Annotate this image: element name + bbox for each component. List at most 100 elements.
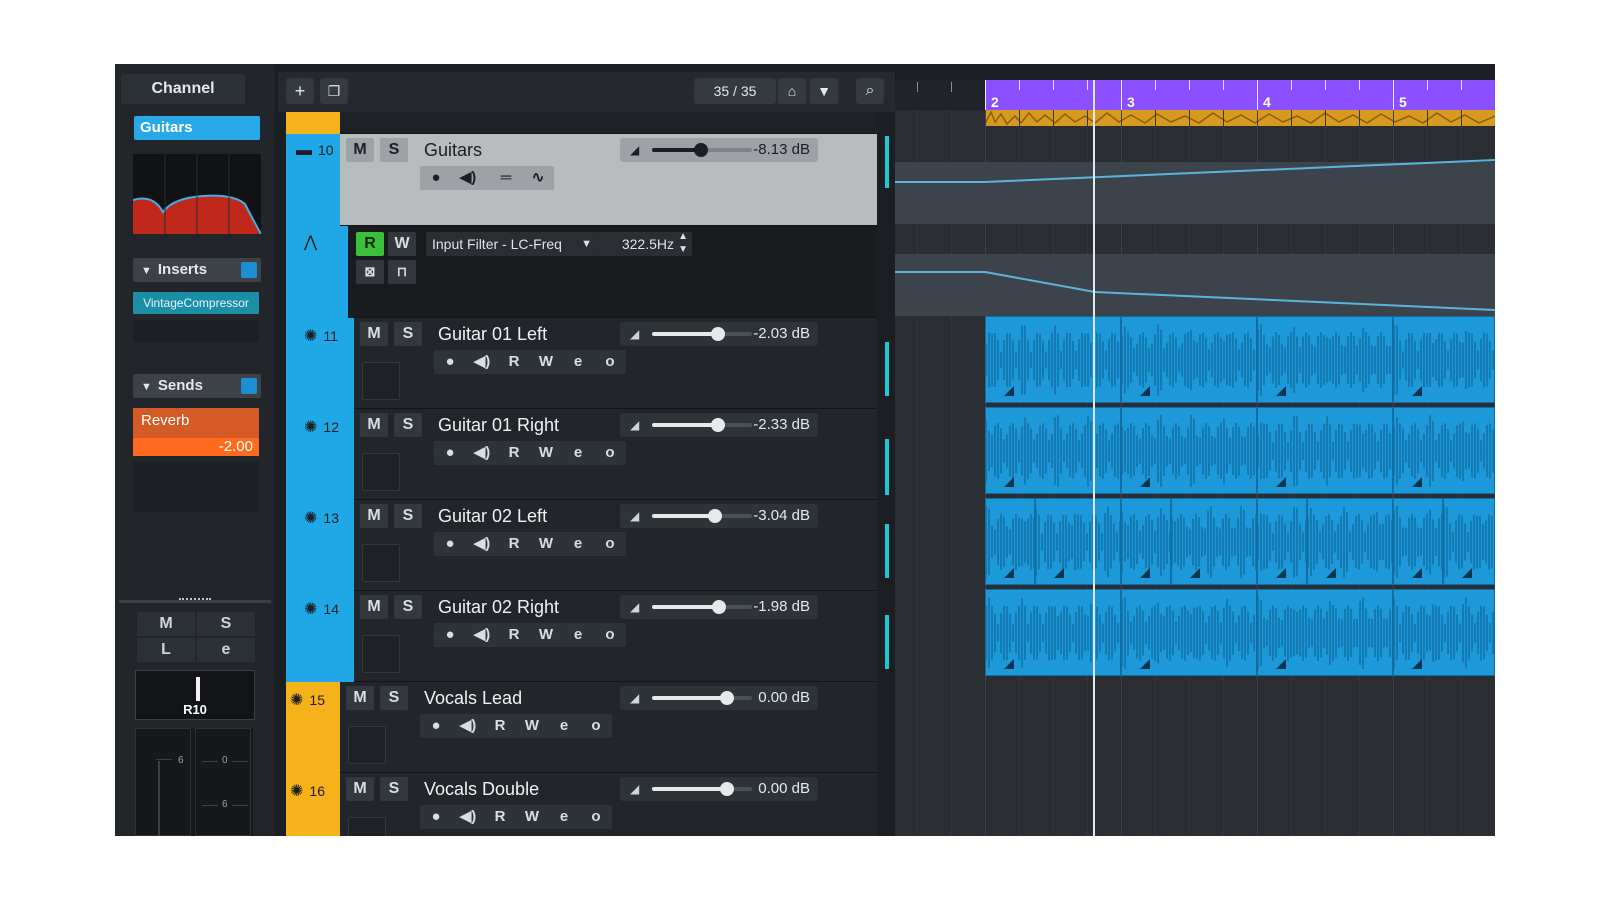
solo-button[interactable]: S [380, 777, 408, 801]
write-button[interactable]: W [516, 805, 548, 829]
channel-fader-area[interactable]: 6 0 6 [135, 728, 253, 836]
audio-clip[interactable] [985, 498, 1035, 585]
fader-knob[interactable] [720, 782, 734, 796]
clip-fade-handle-icon[interactable] [1140, 659, 1150, 669]
power-button[interactable]: o [580, 714, 612, 738]
monitor-icon[interactable]: ◀) [466, 623, 498, 647]
audio-clip[interactable] [1257, 589, 1393, 676]
fader-knob[interactable] [712, 600, 726, 614]
fader-knob[interactable] [708, 509, 722, 523]
read-automation-button[interactable]: R [356, 232, 384, 256]
clip-fade-handle-icon[interactable] [1276, 477, 1286, 487]
record-arm-icon[interactable]: ● [434, 623, 466, 647]
volume-fader[interactable]: ◢ -2.33 dB [620, 413, 818, 437]
resize-handle-icon[interactable] [179, 598, 211, 602]
track-row-16[interactable]: ✺ 16 M S Vocals Double ◢ 0.00 dB ● ◀) R … [278, 773, 895, 836]
volume-fader[interactable]: ◢ -3.04 dB [620, 504, 818, 528]
arrange-view[interactable]: 2345 [895, 64, 1495, 836]
channel-mute-button[interactable]: M [137, 612, 195, 636]
audio-clip[interactable] [1307, 498, 1393, 585]
audio-clip[interactable] [985, 407, 1121, 494]
mute-button[interactable]: M [360, 322, 388, 346]
edit-button[interactable]: e [548, 805, 580, 829]
record-arm-icon[interactable]: ● [434, 441, 466, 465]
write-button[interactable]: W [516, 714, 548, 738]
mute-button[interactable]: M [346, 138, 374, 162]
audio-clip[interactable] [1257, 498, 1307, 585]
clip-fade-handle-icon[interactable] [1276, 386, 1286, 396]
write-button[interactable]: W [530, 441, 562, 465]
lane-icon[interactable]: ═ [490, 166, 522, 190]
automation-icon[interactable]: ∿ [522, 166, 554, 190]
edit-button[interactable]: e [548, 714, 580, 738]
solo-button[interactable]: S [394, 595, 422, 619]
volume-fader[interactable]: ◢ -2.03 dB [620, 322, 818, 346]
filter-icon[interactable]: ▼ [810, 78, 838, 104]
edit-button[interactable]: e [562, 441, 594, 465]
track-instrument-slot[interactable] [362, 362, 400, 400]
power-button[interactable]: o [594, 532, 626, 556]
audio-clip[interactable] [1393, 316, 1495, 403]
track-instrument-slot[interactable] [348, 726, 386, 764]
edit-button[interactable]: e [562, 623, 594, 647]
read-button[interactable]: R [498, 623, 530, 647]
audio-clip[interactable] [1121, 407, 1257, 494]
pan-control[interactable]: R10 [135, 670, 255, 720]
clip-fade-handle-icon[interactable] [1004, 477, 1014, 487]
clip-fade-handle-icon[interactable] [1326, 568, 1336, 578]
folder-track-guitars[interactable]: ▬ 10 M S Guitars ◢ -8.13 dB ● ◀) ═ ∿ [278, 134, 895, 226]
track-name[interactable]: Guitars [424, 140, 482, 161]
monitor-icon[interactable]: ◀) [466, 350, 498, 374]
automation-parameter-select[interactable]: Input Filter - LC-Freq ▼ [426, 232, 598, 256]
sends-bypass-icon[interactable] [241, 378, 257, 394]
insert-slot-empty[interactable] [133, 320, 259, 342]
record-arm-icon[interactable]: ● [434, 532, 466, 556]
volume-fader[interactable]: ◢ -8.13 dB [620, 138, 818, 162]
audio-clip[interactable] [1171, 498, 1257, 585]
write-button[interactable]: W [530, 350, 562, 374]
track-instrument-slot[interactable] [362, 544, 400, 582]
track-instrument-slot[interactable] [362, 453, 400, 491]
monitor-icon[interactable]: ◀) [466, 532, 498, 556]
volume-fader[interactable]: ◢ 0.00 dB [620, 686, 818, 710]
clip-fade-handle-icon[interactable] [1276, 659, 1286, 669]
channel-name[interactable]: Guitars [134, 116, 260, 140]
monitor-icon[interactable]: ◀) [466, 441, 498, 465]
track-name[interactable]: Guitar 02 Left [438, 506, 547, 527]
send-slot-reverb[interactable]: Reverb -2.00 [133, 408, 259, 456]
clip-fade-handle-icon[interactable] [1140, 568, 1150, 578]
audio-clip[interactable] [1121, 498, 1171, 585]
add-track-icon[interactable]: + [286, 78, 314, 104]
read-button[interactable]: R [484, 805, 516, 829]
track-options-icon[interactable]: ❐ [320, 78, 348, 104]
track-instrument-slot[interactable] [348, 817, 386, 836]
clip-fade-handle-icon[interactable] [1276, 568, 1286, 578]
clip-fade-handle-icon[interactable] [1412, 386, 1422, 396]
mute-button[interactable]: M [360, 413, 388, 437]
power-button[interactable]: o [594, 441, 626, 465]
clip-fade-handle-icon[interactable] [1412, 477, 1422, 487]
monitor-icon[interactable]: ◀) [452, 166, 484, 190]
track-row-11[interactable]: ✺11 M S Guitar 01 Left ◢ -2.03 dB ● ◀) [278, 318, 895, 409]
clear-automation-icon[interactable]: ⊠ [356, 260, 384, 284]
fader-knob[interactable] [711, 327, 725, 341]
track-instrument-slot[interactable] [362, 635, 400, 673]
clip-fade-handle-icon[interactable] [1140, 386, 1150, 396]
read-button[interactable]: R [484, 714, 516, 738]
write-button[interactable]: W [530, 623, 562, 647]
fader-knob[interactable] [711, 418, 725, 432]
track-row-15[interactable]: ✺ 15 M S Vocals Lead ◢ 0.00 dB ● ◀) R W … [278, 682, 895, 773]
playhead-cursor[interactable] [1093, 80, 1095, 836]
audio-clip[interactable] [1257, 316, 1393, 403]
audio-clip[interactable] [1443, 498, 1495, 585]
solo-button[interactable]: S [380, 686, 408, 710]
inserts-header[interactable]: ▼ Inserts [133, 258, 261, 282]
sends-header[interactable]: ▼ Sends [133, 374, 261, 398]
clip-fade-handle-icon[interactable] [1004, 568, 1014, 578]
stepper-icon[interactable]: ▲ ▼ [678, 230, 688, 256]
mute-button[interactable]: M [346, 686, 374, 710]
track-row-13[interactable]: ✺13 M S Guitar 02 Left ◢ -3.04 dB ● ◀) [278, 500, 895, 591]
read-button[interactable]: R [498, 441, 530, 465]
clip-fade-handle-icon[interactable] [1412, 659, 1422, 669]
track-name[interactable]: Vocals Lead [424, 688, 522, 709]
